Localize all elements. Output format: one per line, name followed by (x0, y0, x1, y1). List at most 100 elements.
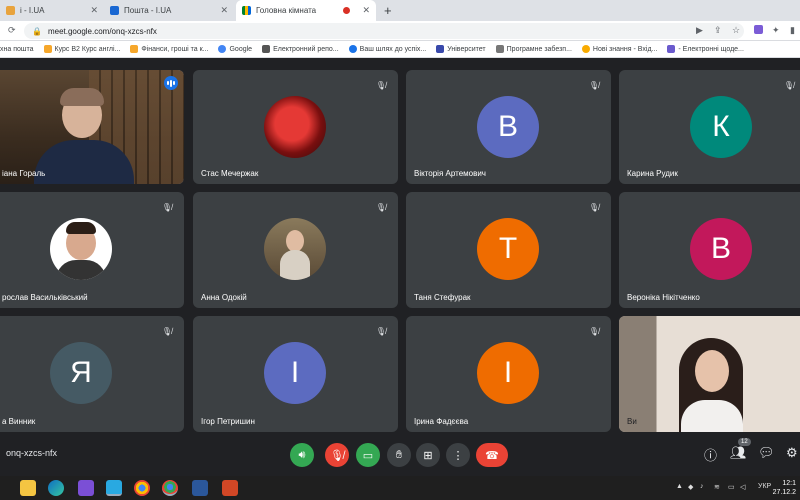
speaker-icon[interactable]: ◁ (740, 483, 745, 491)
bookmark-item[interactable]: Університет (436, 45, 486, 53)
mic-off-icon: 🎙︎̸ (588, 202, 600, 212)
telegram-icon[interactable] (106, 480, 122, 496)
participant-tile[interactable]: Т 🎙︎̸ Таня Стефурак (406, 192, 611, 308)
person-body (681, 400, 743, 432)
people-icon[interactable]: 👥︎ (730, 445, 747, 461)
bookmark-label: Електронний репо... (273, 45, 339, 53)
bookmark-item[interactable]: Електронний репо... (262, 45, 339, 53)
participant-avatar (50, 218, 112, 280)
meeting-details-icon[interactable]: ⓘ (704, 445, 717, 464)
participant-avatar: В (690, 218, 752, 280)
participant-tile[interactable]: В 🎙︎̸ Вікторія Артемович (406, 70, 611, 184)
volume-tray-icon[interactable]: ♪ (700, 483, 704, 490)
person-hair (66, 222, 96, 234)
address-bar: ⟳ 🔒 meet.google.com/onq-xzcs-nfx ▶ ⇪ ☆ ✦… (0, 21, 800, 41)
omnibox[interactable]: 🔒 meet.google.com/onq-xzcs-nfx (24, 23, 744, 39)
bookmark-item[interactable]: Google (218, 45, 252, 53)
new-tab-icon[interactable]: + (384, 3, 392, 18)
participant-tile[interactable]: іана Гораль (0, 70, 184, 184)
chrome-icon[interactable] (162, 480, 178, 496)
url-text[interactable]: meet.google.com/onq-xzcs-nfx (48, 27, 157, 36)
participant-tile[interactable]: І 🎙︎̸ Ігор Петришин (193, 316, 398, 432)
browser-tab-2[interactable]: Пошта - I.UA ✕ (104, 0, 234, 21)
battery-icon[interactable]: ▭ (728, 483, 735, 491)
edge-icon[interactable] (48, 480, 64, 496)
activities-icon[interactable]: ⚙︎ (786, 445, 798, 461)
participant-tile[interactable]: 🎙︎̸ Анна Одокій (193, 192, 398, 308)
browser-tab-1[interactable]: і - I.UA ✕ (0, 0, 104, 21)
bookmark-label: Google (229, 45, 253, 53)
bookmark-item[interactable]: - Електронні щоде... (667, 45, 744, 53)
participant-tile[interactable]: К 🎙︎̸ Карина Рудик (619, 70, 800, 184)
bookmark-label: - Електронні щоде... (678, 45, 744, 53)
meet-favicon-icon (242, 6, 251, 15)
side-panel-icon[interactable]: ▮ (790, 25, 795, 36)
extension-icon[interactable] (754, 25, 763, 34)
browser-tab-strip: і - I.UA ✕ Пошта - I.UA ✕ Головна кімнат… (0, 0, 800, 21)
powerpoint-icon[interactable] (222, 480, 238, 496)
mic-off-icon: 🎙︎̸ (588, 80, 600, 90)
mic-off-button[interactable]: 🎙︎̸ (325, 443, 349, 467)
bookmark-star-icon[interactable]: ☆ (732, 25, 740, 36)
bookmark-item[interactable]: Ваш шлях до успіх... (348, 45, 426, 53)
participant-name: Ігор Петришин (201, 417, 255, 426)
chat-icon[interactable]: 💬︎ (758, 445, 775, 461)
participant-name: Вікторія Артемович (414, 169, 486, 178)
extensions-puzzle-icon[interactable]: ✦ (772, 25, 780, 36)
participant-name: Стас Мечержак (201, 169, 259, 178)
bookmark-favicon-icon (436, 45, 445, 53)
participant-tile[interactable]: І 🎙︎̸ Ірина Фадєєва (406, 316, 611, 432)
share-icon[interactable]: ⇪ (714, 25, 722, 36)
volume-icon[interactable]: 🔊︎ (290, 443, 314, 467)
bookmark-favicon-icon (495, 45, 504, 53)
bookmark-favicon-icon (348, 45, 357, 53)
close-tab-icon[interactable]: ✕ (90, 5, 98, 16)
camera-button[interactable]: ▭ (356, 443, 380, 467)
browser-tab-meet[interactable]: Головна кімната ✕ (236, 0, 376, 21)
raise-hand-button[interactable]: ✋︎ (387, 443, 411, 467)
bookmark-item[interactable]: Нові знання - Вхід... (581, 45, 658, 53)
bookmark-item[interactable]: Фінанси, гроші та к... (130, 45, 208, 53)
bookmark-item[interactable]: Курс B2 Курс англі... (43, 45, 120, 53)
participant-avatar: Я (50, 342, 112, 404)
reload-icon[interactable]: ⟳ (8, 25, 16, 36)
language-indicator[interactable]: УКР (758, 483, 771, 490)
tray-expand-icon[interactable]: ▲ (676, 483, 683, 490)
file-explorer-icon[interactable] (20, 480, 36, 496)
bookmark-item[interactable]: хна пошта (0, 46, 34, 53)
participant-tile-self[interactable]: Ви (619, 316, 800, 432)
meeting-code: onq-xzcs-nfx (6, 448, 58, 458)
participant-avatar: Т (477, 218, 539, 280)
bookmark-item[interactable]: Програмне забезп... (495, 45, 572, 53)
word-icon[interactable] (192, 480, 208, 496)
tray-app-icon[interactable]: ◆ (688, 483, 693, 491)
participant-grid: іана Гораль 🎙︎̸ Стас Мечержак В 🎙︎̸ Вікт… (0, 58, 800, 432)
viber-icon[interactable] (78, 480, 94, 496)
mic-off-icon: 🎙︎̸ (375, 202, 387, 212)
taskbar: ▲ ◆ ♪ ≋ ▭ ◁ УКР 12:1 27.12.2 (0, 476, 800, 500)
wifi-icon[interactable]: ≋ (714, 483, 720, 491)
participant-name: Анна Одокій (201, 293, 247, 302)
chrome-icon[interactable] (134, 480, 150, 496)
lock-icon[interactable]: 🔒 (32, 27, 42, 36)
participant-avatar: І (264, 342, 326, 404)
camera-indicator-icon[interactable]: ▶ (696, 25, 703, 36)
leave-call-button[interactable]: ☎︎ (476, 443, 508, 467)
close-tab-icon[interactable]: ✕ (220, 5, 228, 16)
participant-name: Ви (627, 417, 637, 426)
participant-tile[interactable]: В Вероніка Нікітченко (619, 192, 800, 308)
participant-avatar: І (477, 342, 539, 404)
site-favicon-icon (6, 6, 15, 15)
close-tab-icon[interactable]: ✕ (362, 5, 370, 16)
present-screen-button[interactable]: ⊞ (416, 443, 440, 467)
participant-tile[interactable]: Я 🎙︎̸ а Винник (0, 316, 184, 432)
participant-tile[interactable]: 🎙︎̸ Стас Мечержак (193, 70, 398, 184)
mic-off-icon: 🎙︎̸ (375, 80, 387, 90)
bookmark-favicon-icon (262, 45, 271, 53)
participant-tile[interactable]: 🎙︎̸ рослав Васильківський (0, 192, 184, 308)
people-count-badge: 12 (738, 438, 751, 446)
system-clock[interactable]: 12:1 27.12.2 (773, 479, 796, 497)
more-options-button[interactable]: ⋮ (446, 443, 470, 467)
bookmark-label: Нові знання - Вхід... (592, 45, 658, 53)
bookmark-label: Програмне забезп... (506, 45, 572, 53)
